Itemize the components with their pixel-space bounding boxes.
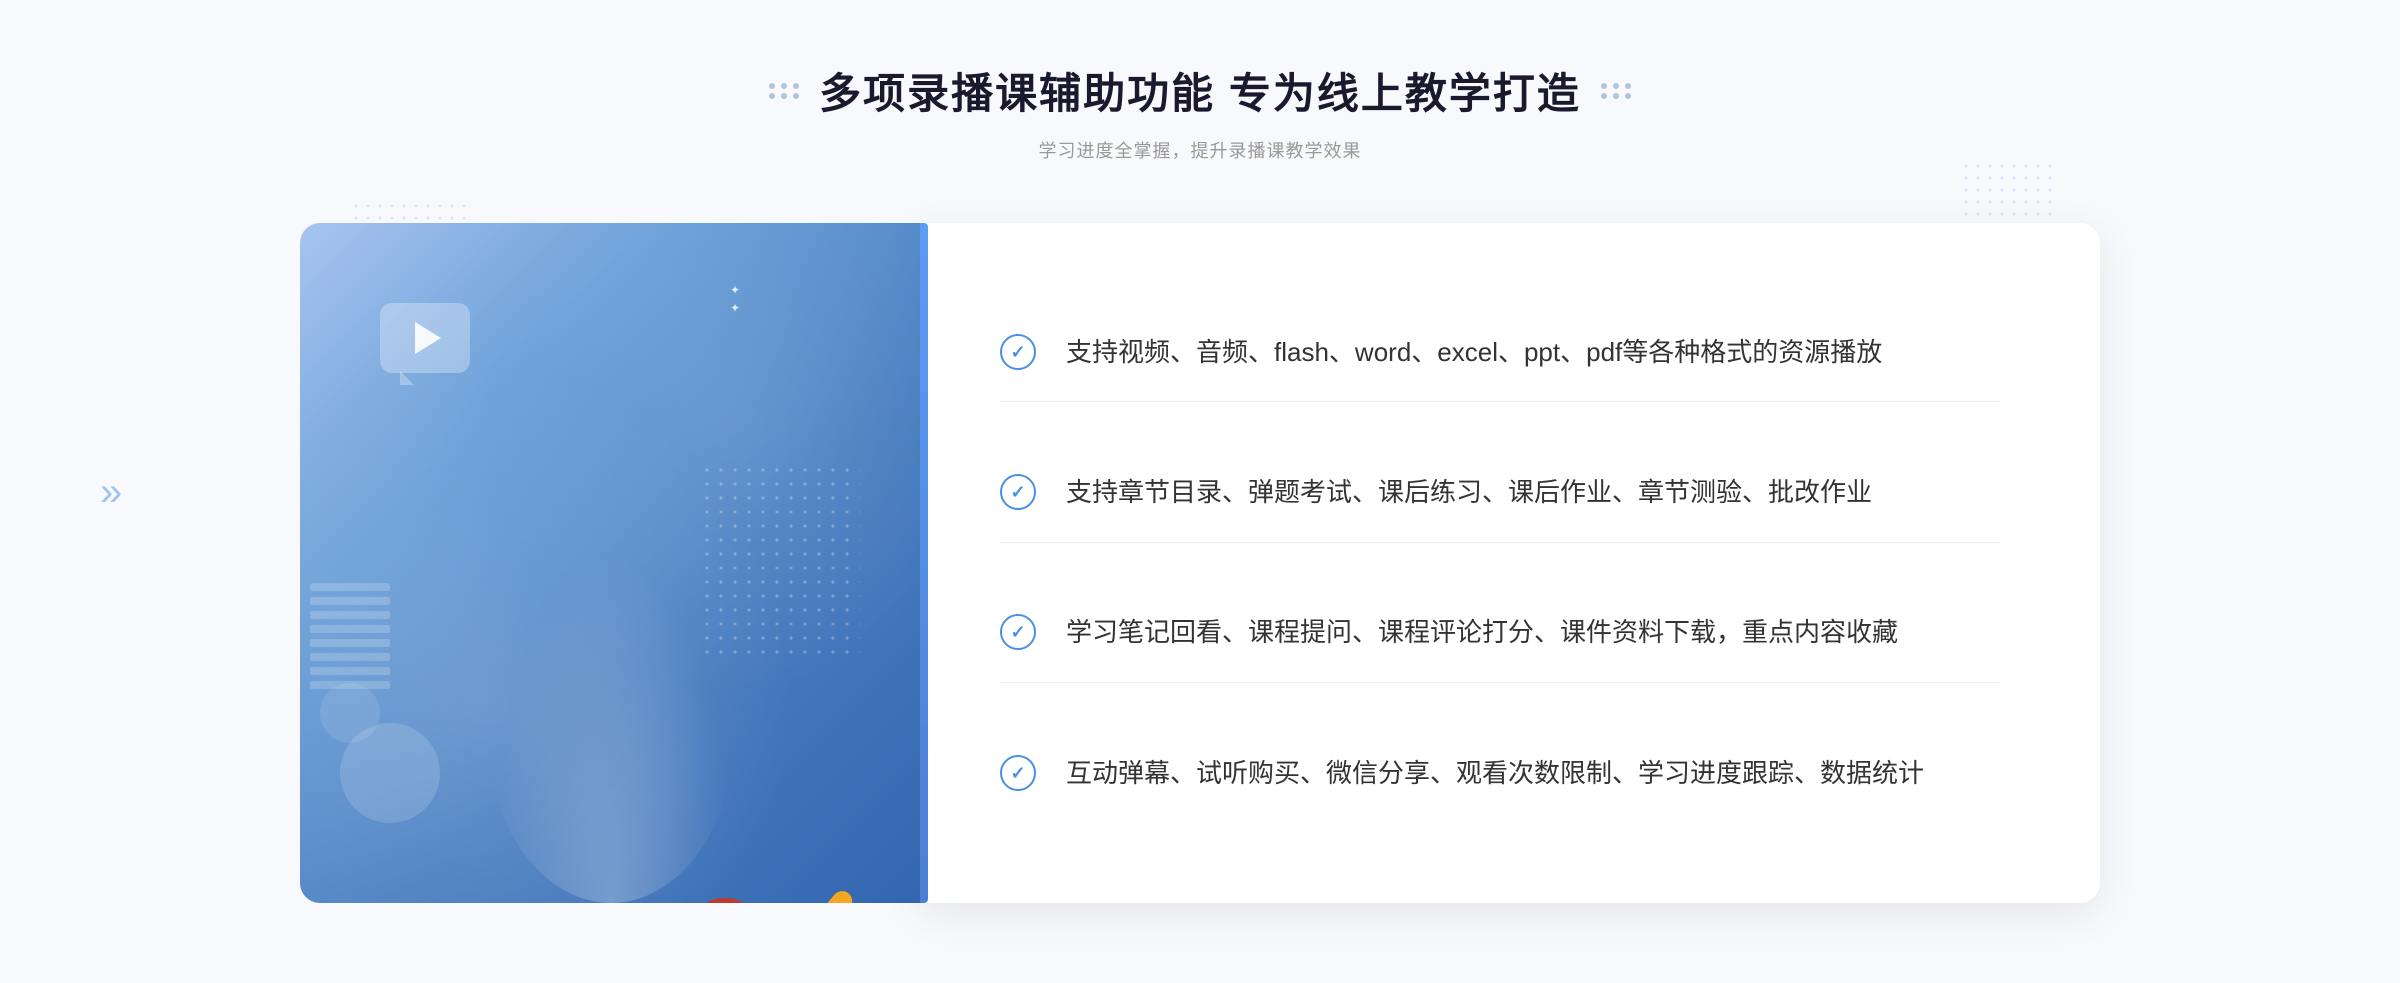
dot-2	[769, 93, 775, 99]
content-area: ✦ ✦	[300, 223, 2100, 903]
page-container: » 多项录播课辅助功能 专为线上教学打造	[0, 0, 2400, 983]
stripe-7	[310, 667, 390, 675]
feature-text-2: 支持章节目录、弹题考试、课后练习、课后作业、章节测验、批改作业	[1066, 472, 1872, 514]
main-title: 多项录播课辅助功能 专为线上教学打造	[819, 60, 1581, 121]
stripe-3	[310, 611, 390, 619]
decorator-dot-row-2	[781, 83, 787, 99]
stripes-decoration	[310, 583, 390, 703]
feature-text-1: 支持视频、音频、flash、word、excel、ppt、pdf等各种格式的资源…	[1066, 332, 1882, 374]
left-title-decorator	[769, 83, 799, 99]
dot-3	[781, 83, 787, 89]
decorator-dot-row-r2	[1613, 83, 1619, 99]
star-1: ✦	[730, 283, 740, 297]
content-panel: ✓ 支持视频、音频、flash、word、excel、ppt、pdf等各种格式的…	[920, 223, 2100, 903]
feature-item-2: ✓ 支持章节目录、弹题考试、课后练习、课后作业、章节测验、批改作业	[1000, 444, 2000, 543]
decorator-dot-row-1	[769, 83, 775, 99]
feature-text-3: 学习笔记回看、课程提问、课程评论打分、课件资料下载，重点内容收藏	[1066, 612, 1898, 654]
stars-decoration: ✦ ✦	[730, 283, 740, 315]
dot-r2	[1601, 93, 1607, 99]
header-section: 多项录播课辅助功能 专为线上教学打造 学习进度全掌握，提升录播课教学效果	[100, 60, 2300, 163]
stripe-5	[310, 639, 390, 647]
blue-vertical-bar	[920, 223, 928, 903]
decorator-dot-row-3	[793, 83, 799, 99]
chevron-left-decoration: »	[100, 472, 122, 512]
checkmark-4: ✓	[1010, 764, 1025, 782]
right-title-decorator	[1601, 83, 1631, 99]
stripe-1	[310, 583, 390, 591]
dot-5	[793, 83, 799, 89]
dot-r4	[1613, 93, 1619, 99]
dot-6	[793, 93, 799, 99]
feature-item-3: ✓ 学习笔记回看、课程提问、课程评论打分、课件资料下载，重点内容收藏	[1000, 584, 2000, 683]
check-icon-4: ✓	[1000, 755, 1036, 791]
dot-r3	[1613, 83, 1619, 89]
stripe-2	[310, 597, 390, 605]
checkmark-3: ✓	[1010, 623, 1025, 641]
checkmark-2: ✓	[1010, 483, 1025, 501]
star-2: ✦	[730, 301, 740, 315]
stripe-4	[310, 625, 390, 633]
check-icon-2: ✓	[1000, 474, 1036, 510]
dot-r5	[1625, 83, 1631, 89]
stripe-6	[310, 653, 390, 661]
decorator-dot-row-r1	[1601, 83, 1607, 99]
feature-item-4: ✓ 互动弹幕、试听购买、微信分享、观看次数限制、学习进度跟踪、数据统计	[1000, 725, 2000, 823]
dot-4	[781, 93, 787, 99]
check-icon-1: ✓	[1000, 334, 1036, 370]
illustration-panel: ✦ ✦	[300, 223, 920, 903]
stripe-8	[310, 681, 390, 689]
feature-text-4: 互动弹幕、试听购买、微信分享、观看次数限制、学习进度跟踪、数据统计	[1066, 753, 1924, 795]
figure-container	[410, 323, 810, 903]
decorator-dot-row-r3	[1625, 83, 1631, 99]
feature-item-1: ✓ 支持视频、音频、flash、word、excel、ppt、pdf等各种格式的…	[1000, 304, 2000, 403]
dot-1	[769, 83, 775, 89]
person-arm-right	[757, 887, 856, 903]
subtitle: 学习进度全掌握，提升录播课教学效果	[100, 137, 2300, 163]
dot-r6	[1625, 93, 1631, 99]
title-row: 多项录播课辅助功能 专为线上教学打造	[100, 60, 2300, 121]
dot-r1	[1601, 83, 1607, 89]
check-icon-3: ✓	[1000, 614, 1036, 650]
checkmark-1: ✓	[1010, 343, 1025, 361]
